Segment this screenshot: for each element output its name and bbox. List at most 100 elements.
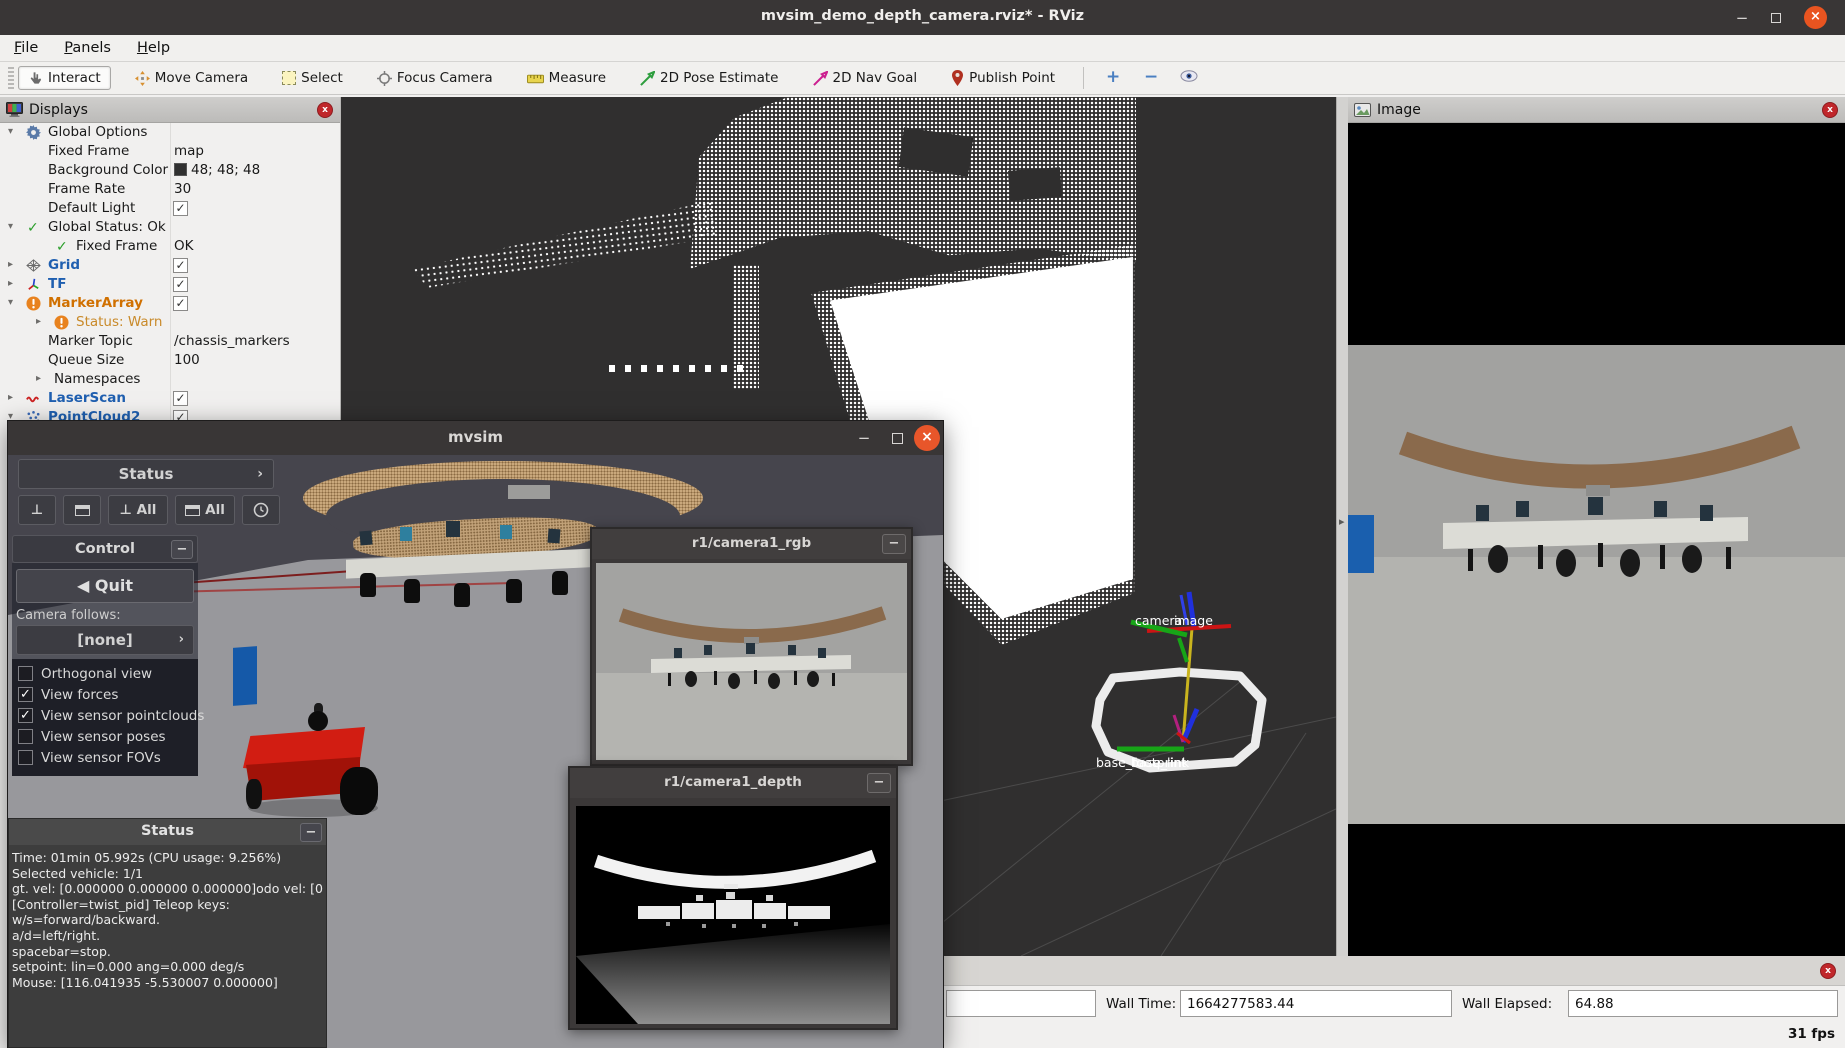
orthogonal-view-checkbox[interactable] (18, 666, 33, 681)
wall-elapsed-input[interactable] (1568, 990, 1838, 1017)
time-panel-close-button[interactable]: x (1820, 963, 1836, 979)
tool-measure[interactable]: Measure (517, 66, 616, 90)
tool-publish-point[interactable]: Publish Point (941, 66, 1065, 90)
dock-button[interactable]: ⊥ (18, 495, 56, 525)
option-view-sensor-pointclouds[interactable]: ✓ View sensor pointclouds (14, 707, 198, 726)
camera-depth-collapse-button[interactable]: − (867, 773, 891, 793)
expander[interactable]: ▸ (8, 278, 13, 289)
tool-focus-camera[interactable]: Focus Camera (367, 66, 503, 90)
marker-array-checkbox[interactable]: ✓ (173, 296, 188, 311)
control-collapse-button[interactable]: − (171, 540, 193, 559)
tf-checkbox[interactable]: ✓ (173, 277, 188, 292)
tool-select[interactable]: Select (272, 66, 353, 90)
expander[interactable]: ▾ (8, 221, 13, 232)
queue-size-value[interactable]: 100 (174, 352, 200, 368)
status-line: setpoint: lin=0.000 ang=0.000 deg/s (12, 959, 324, 975)
option-view-sensor-fovs[interactable]: View sensor FOVs (14, 749, 198, 768)
image-panel-title: Image (1377, 102, 1421, 118)
mvsim-status-panel-header[interactable]: Status − (9, 819, 326, 845)
view-sensor-poses-checkbox[interactable] (18, 729, 33, 744)
tool-2d-nav-goal[interactable]: 2D Nav Goal (803, 66, 928, 90)
eye-button[interactable] (1174, 66, 1204, 90)
displays-panel-header[interactable]: Displays x (0, 97, 340, 123)
control-panel-header[interactable]: Control − (12, 535, 198, 563)
option-orthogonal-view[interactable]: Orthogonal view (14, 665, 198, 684)
eye-icon (1180, 70, 1198, 82)
robot-wheel (340, 767, 378, 815)
camera-depth-window-title[interactable]: r1/camera1_depth − (570, 768, 896, 798)
expander[interactable]: ▸ (36, 316, 41, 327)
mvsim-minimize-button[interactable]: − (853, 427, 875, 449)
expander[interactable]: ▸ (8, 392, 13, 403)
frame-rate-value[interactable]: 30 (174, 181, 191, 197)
expander[interactable]: ▸ (8, 259, 13, 270)
dock-all-button[interactable]: ⊥ All (108, 495, 168, 525)
mvsim-title-bar[interactable]: mvsim − × (8, 421, 943, 455)
camera-rgb-collapse-button[interactable]: − (882, 534, 906, 554)
tree-row-queue-size[interactable]: Queue Size 100 (0, 351, 340, 370)
option-view-sensor-poses[interactable]: View sensor poses (14, 728, 198, 747)
scene-chair (454, 583, 470, 607)
tree-row-status-warn[interactable]: ▸ Status: Warn (0, 313, 340, 332)
tree-row-frame-rate[interactable]: Frame Rate 30 (0, 180, 340, 199)
tree-row-grid[interactable]: ▸ Grid ✓ (0, 256, 340, 275)
wall-time-input[interactable] (1180, 990, 1452, 1017)
image-panel-header[interactable]: Image x (1348, 97, 1845, 123)
view-forces-checkbox[interactable]: ✓ (18, 687, 33, 702)
camera-rgb-window-title[interactable]: r1/camera1_rgb − (592, 529, 911, 559)
tree-row-laser-scan[interactable]: ▸ LaserScan ✓ (0, 389, 340, 408)
camera-depth-window[interactable]: r1/camera1_depth − (568, 766, 898, 1030)
mvsim-maximize-button[interactable] (886, 427, 908, 449)
tool-bar: Interact Move Camera Select Focus Camera… (0, 62, 1845, 95)
camera-follows-dropdown[interactable]: [none] › (16, 625, 194, 655)
mvsim-close-button[interactable]: × (914, 425, 940, 451)
tree-row-marker-topic[interactable]: Marker Topic /chassis_markers (0, 332, 340, 351)
fixed-frame-value[interactable]: map (174, 143, 204, 159)
tree-row-global-options[interactable]: ▾ Global Options (0, 123, 340, 142)
zoom-out-button[interactable]: − (1136, 66, 1166, 90)
splitter-handle-icon[interactable]: ▸ (1339, 515, 1345, 528)
clock-button[interactable] (242, 495, 280, 525)
expander[interactable]: ▾ (8, 126, 13, 137)
expander[interactable]: ▾ (8, 297, 13, 308)
panel-splitter[interactable]: ▸ (1336, 97, 1348, 956)
menu-panels[interactable]: Panels (64, 40, 111, 56)
marker-topic-value[interactable]: /chassis_markers (174, 333, 290, 349)
displays-close-button[interactable]: x (317, 102, 333, 118)
tree-row-namespaces[interactable]: ▸ Namespaces (0, 370, 340, 389)
menu-help[interactable]: Help (137, 40, 170, 56)
tree-row-default-light[interactable]: Default Light ✓ (0, 199, 340, 218)
tool-move-camera[interactable]: Move Camera (125, 66, 258, 90)
close-button[interactable]: × (1804, 6, 1827, 29)
minimize-button[interactable]: − (1731, 7, 1753, 29)
mvsim-status-button[interactable]: Status › (18, 459, 274, 489)
tree-row-global-status[interactable]: ▾ ✓ Global Status: Ok (0, 218, 340, 237)
tree-row-fixed-frame-status[interactable]: ✓ Fixed Frame OK (0, 237, 340, 256)
tree-row-tf[interactable]: ▸ TF ✓ (0, 275, 340, 294)
tree-row-fixed-frame[interactable]: Fixed Frame map (0, 142, 340, 161)
background-color-value[interactable]: 48; 48; 48 (174, 162, 260, 178)
tool-interact[interactable]: Interact (18, 66, 111, 90)
camera-rgb-window[interactable]: r1/camera1_rgb − (590, 527, 913, 766)
laser-scan-checkbox[interactable]: ✓ (173, 391, 188, 406)
view-sensor-fovs-checkbox[interactable] (18, 750, 33, 765)
tree-row-marker-array[interactable]: ▾ MarkerArray ✓ (0, 294, 340, 313)
time-panel-header: x (943, 956, 1845, 986)
window-all-button[interactable]: All (175, 495, 235, 525)
default-light-checkbox[interactable]: ✓ (173, 201, 188, 216)
maximize-button[interactable] (1765, 7, 1787, 29)
ros-time-input[interactable] (946, 990, 1096, 1017)
tree-row-background-color[interactable]: Background Color 48; 48; 48 (0, 161, 340, 180)
status-collapse-button[interactable]: − (300, 823, 322, 842)
zoom-in-button[interactable]: + (1098, 66, 1128, 90)
quit-button[interactable]: ◀ Quit (16, 569, 194, 603)
expander[interactable]: ▸ (36, 373, 41, 384)
window-button[interactable] (63, 495, 101, 525)
tool-2d-pose-estimate[interactable]: 2D Pose Estimate (630, 66, 788, 90)
image-panel-close-button[interactable]: x (1822, 102, 1838, 118)
menu-file[interactable]: File (14, 40, 38, 56)
grid-checkbox[interactable]: ✓ (173, 258, 188, 273)
toolbar-drag-handle[interactable] (8, 67, 14, 89)
option-view-forces[interactable]: ✓ View forces (14, 686, 198, 705)
view-sensor-pointclouds-checkbox[interactable]: ✓ (18, 708, 33, 723)
